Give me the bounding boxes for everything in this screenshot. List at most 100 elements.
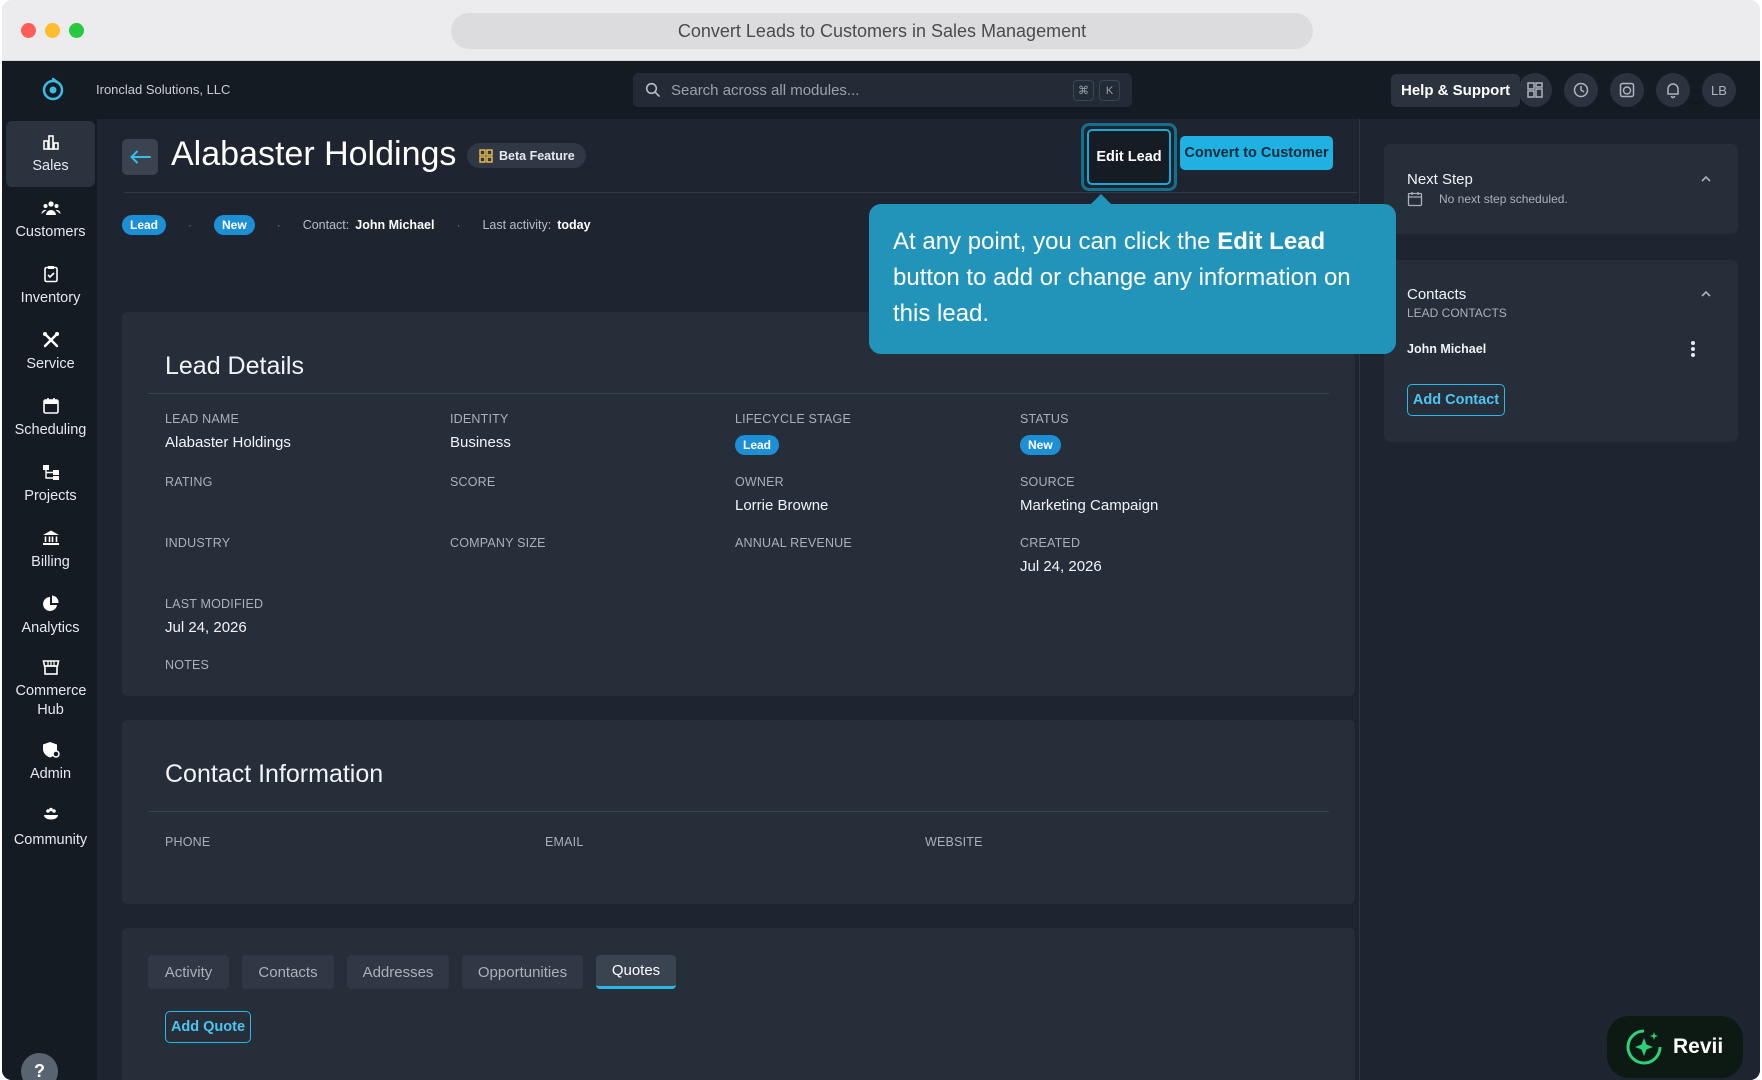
history-icon (1573, 82, 1589, 98)
sidebar-item-sales[interactable]: Sales (6, 121, 95, 187)
website-label: WEBSITE (925, 835, 983, 849)
status-label: STATUS (1020, 412, 1069, 426)
add-quote-button[interactable]: Add Quote (165, 1011, 251, 1043)
sidebar-item-analytics[interactable]: Analytics (6, 583, 95, 649)
clipboard-icon (43, 266, 58, 283)
tooltip-arrow (1091, 194, 1111, 204)
dashboard-button[interactable] (1518, 73, 1552, 107)
close-window-button[interactable] (21, 23, 36, 38)
sidebar-item-billing[interactable]: Billing (6, 517, 95, 583)
lead-details-title: Lead Details (165, 352, 304, 380)
contact-value[interactable]: John Michael (355, 218, 434, 232)
annual-revenue-label: ANNUAL REVENUE (735, 536, 852, 550)
contact-information-card: Contact Information PHONE EMAIL WEBSITE (122, 720, 1355, 904)
people-icon (40, 201, 61, 215)
tab-activity[interactable]: Activity (148, 955, 229, 989)
lead-meta-row: Lead · New · Contact: John Michael · Las… (122, 215, 591, 235)
browser-window: Convert Leads to Customers in Sales Mana… (2, 0, 1760, 1080)
edit-lead-button[interactable]: Edit Lead (1087, 129, 1171, 185)
sidebar-item-label: Scheduling (14, 422, 87, 438)
tab-opportunities[interactable]: Opportunities (462, 955, 583, 989)
tab-contacts[interactable]: Contacts (242, 955, 334, 989)
owner-label: OWNER (735, 475, 784, 489)
sidebar-item-admin[interactable]: Admin (6, 729, 95, 795)
tooltip-text-end: button to add or change any information … (893, 264, 1351, 327)
page-title: Alabaster Holdings (171, 135, 457, 173)
calendar-icon (42, 398, 59, 414)
sidebar-item-label: Community (13, 832, 88, 848)
hierarchy-icon (42, 465, 59, 480)
global-search[interactable]: ⌘ K (633, 73, 1132, 107)
status-field-pill: New (1020, 435, 1061, 455)
notes-label: NOTES (165, 658, 210, 672)
contact-label: Contact: (302, 218, 350, 232)
timer-icon (1619, 82, 1635, 98)
search-input[interactable] (671, 81, 1051, 99)
top-bar: Ironclad Solutions, LLC ⌘ K Help & Suppo… (2, 61, 1760, 119)
stage-pill: Lead (122, 215, 167, 235)
contacts-title: Contacts (1407, 286, 1467, 303)
sidebar-item-label: Commerce Hub (15, 682, 87, 718)
source-value: Marketing Campaign (1020, 497, 1159, 514)
contact-information-title: Contact Information (165, 760, 384, 788)
last-modified-value: Jul 24, 2026 (165, 619, 247, 636)
owner-value: Lorrie Browne (735, 497, 829, 514)
add-contact-button[interactable]: Add Contact (1407, 384, 1505, 416)
next-step-title: Next Step (1407, 171, 1473, 188)
last-activity-label: Last activity: (482, 218, 552, 232)
user-avatar[interactable]: LB (1702, 73, 1736, 107)
beta-feature-label: Beta Feature (499, 148, 575, 163)
sidebar-item-projects[interactable]: Projects (6, 451, 95, 517)
identity-label: IDENTITY (450, 412, 509, 426)
search-icon (645, 82, 660, 97)
sparkle-icon (1626, 1029, 1662, 1065)
window-title[interactable]: Convert Leads to Customers in Sales Mana… (451, 13, 1313, 49)
last-activity-value: today (557, 218, 591, 232)
revii-assistant-button[interactable]: Revii (1607, 1016, 1743, 1078)
sidebar-item-community[interactable]: Community (6, 795, 95, 861)
help-circle-button[interactable]: ? (21, 1053, 58, 1080)
status-pill: New (214, 215, 255, 235)
sidebar-item-commerce-hub[interactable]: Commerce Hub (6, 647, 95, 729)
header-divider (124, 192, 1357, 193)
identity-value: Business (450, 434, 511, 451)
command-key-hint: ⌘ (1073, 80, 1094, 101)
contact-name[interactable]: John Michael (1407, 342, 1486, 356)
lifecycle-stage-label: LIFECYCLE STAGE (735, 412, 851, 426)
help-support-button[interactable]: Help & Support (1391, 74, 1521, 107)
chevron-up-icon[interactable] (1700, 173, 1712, 185)
sidebar-item-label: Billing (31, 554, 70, 570)
timer-button[interactable] (1610, 73, 1644, 107)
store-icon (42, 659, 59, 675)
arrow-left-icon (130, 150, 151, 164)
sidebar-item-service[interactable]: Service (6, 319, 95, 385)
lifecycle-stage-pill: Lead (735, 435, 780, 455)
admin-shield-icon (42, 742, 60, 758)
community-icon (43, 807, 58, 820)
bank-icon (42, 530, 59, 545)
convert-to-customer-button[interactable]: Convert to Customer (1180, 136, 1333, 170)
company-name: Ironclad Solutions, LLC (96, 82, 231, 97)
phone-label: PHONE (165, 835, 211, 849)
sidebar-item-customers[interactable]: Customers (6, 187, 95, 253)
chevron-up-icon[interactable] (1700, 288, 1712, 300)
score-label: SCORE (450, 475, 496, 489)
sidebar-item-inventory[interactable]: Inventory (6, 253, 95, 319)
tooltip-text-bold: Edit Lead (1217, 228, 1326, 255)
pie-chart-icon (42, 595, 59, 611)
sidebar: Sales Customers Inventory Service Schedu… (2, 119, 97, 1080)
notifications-button[interactable] (1656, 73, 1690, 107)
more-vertical-icon[interactable] (1690, 340, 1696, 358)
app-logo-icon[interactable] (40, 76, 66, 102)
back-button[interactable] (122, 139, 158, 175)
next-step-card: Next Step No next step scheduled. (1384, 144, 1738, 234)
created-value: Jul 24, 2026 (1020, 558, 1102, 575)
industry-label: INDUSTRY (165, 536, 231, 550)
tab-addresses[interactable]: Addresses (347, 955, 449, 989)
sidebar-item-scheduling[interactable]: Scheduling (6, 385, 95, 451)
tab-quotes[interactable]: Quotes (596, 955, 676, 989)
history-button[interactable] (1564, 73, 1598, 107)
tooltip-text-start: At any point, you can click the (893, 228, 1218, 255)
minimize-window-button[interactable] (45, 23, 60, 38)
zoom-window-button[interactable] (69, 23, 84, 38)
